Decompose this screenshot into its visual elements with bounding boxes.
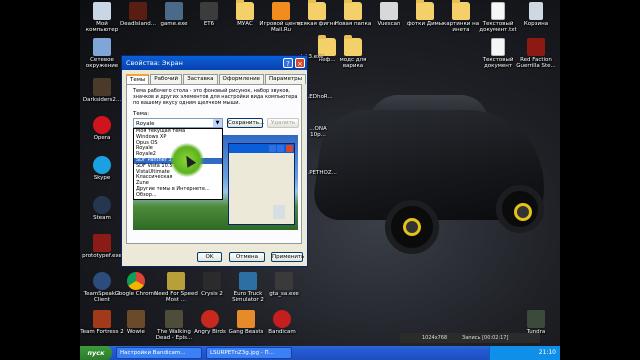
network-icon	[93, 38, 111, 56]
system-tray: 21:10	[489, 346, 560, 360]
steam-icon	[93, 196, 111, 214]
desktop-icon-bandicam[interactable]: Bandicam	[260, 310, 304, 335]
themes-panel: Тема рабочего стола - это фоновый рисуно…	[126, 84, 302, 244]
tab-settings[interactable]: Параметры	[265, 74, 306, 84]
recycle-bin-icon	[529, 2, 543, 20]
game-icon	[127, 310, 145, 328]
game-icon	[527, 310, 545, 328]
text-document-icon	[491, 38, 505, 56]
tab-appearance[interactable]: Оформление	[218, 74, 265, 84]
display-properties-dialog: Свойства: Экран ? × Темы Рабочий стол За…	[121, 55, 308, 267]
game-icon	[129, 2, 147, 20]
desktop-icon-red-faction[interactable]: Red Faction Guerrilla Ste...	[514, 38, 558, 69]
desktop-icon-prototype[interactable]: prototypef.exe	[80, 234, 124, 259]
recording-time: Запись [00:02:17]	[462, 335, 509, 341]
desktop-icon-opera[interactable]: Opera	[80, 116, 124, 141]
taskbar-item-image-viewer[interactable]: LSURPETnZ3g.jpg - П...	[206, 347, 292, 359]
game-icon	[275, 272, 293, 290]
text-document-icon	[491, 2, 505, 20]
desktop-icon-chrome[interactable]: Google Chrome	[114, 272, 158, 297]
theme-option[interactable]: Обзор...	[134, 192, 222, 199]
close-button[interactable]: ×	[295, 58, 305, 68]
desktop-icon-steam[interactable]: Steam	[80, 196, 124, 221]
opera-icon	[93, 116, 111, 134]
tab-screensaver[interactable]: Заставка	[183, 74, 218, 84]
game-icon	[93, 78, 111, 96]
desktop: Мой компьютер DeadIsland... game.exe ЕТ6…	[80, 0, 560, 360]
game-icon	[93, 310, 111, 328]
chevron-down-icon[interactable]: ▼	[213, 119, 222, 127]
help-button[interactable]: ?	[283, 58, 293, 68]
folder-icon	[416, 0, 434, 20]
desktop-icon-pethoz[interactable]: ...PETHOZ...	[304, 170, 337, 176]
desktop-icon-edhor[interactable]: ...EDhoR...	[304, 94, 333, 100]
desktop-icon-gta-sa[interactable]: gta_sa.exe	[262, 272, 306, 297]
preview-window-titlebar	[229, 144, 294, 153]
apply-button[interactable]: Применить	[271, 252, 304, 262]
theme-label: Тема:	[133, 111, 150, 117]
game-icon	[201, 310, 219, 328]
teamspeak-icon	[93, 272, 111, 290]
desktop-icon-tundra[interactable]: Tundra	[514, 310, 558, 335]
scanner-icon	[380, 2, 398, 20]
taskbar: пуск Настройки Bandicam... LSURPETnZ3g.j…	[80, 346, 560, 360]
game-icon	[167, 272, 185, 290]
car-wheel-front	[385, 200, 439, 254]
start-button[interactable]: пуск	[80, 346, 112, 360]
car-wheel-rear	[496, 185, 544, 233]
maximize-icon	[277, 145, 284, 152]
desktop-icon-darksiders2[interactable]: Darksiders2...	[80, 78, 124, 103]
ok-button[interactable]: OK	[197, 252, 222, 262]
folder-icon	[344, 0, 362, 20]
minimize-icon	[269, 145, 276, 152]
game-icon	[239, 272, 257, 290]
folder-icon	[344, 35, 362, 56]
recycle-bin-icon	[273, 205, 285, 219]
chrome-icon	[127, 272, 145, 290]
tab-bar: Темы Рабочий стол Заставка Оформление Па…	[126, 74, 307, 89]
game-icon	[527, 38, 545, 56]
theme-select-value: Royale	[136, 121, 155, 127]
taskbar-item-bandicam[interactable]: Настройки Bandicam...	[116, 347, 202, 359]
game-icon	[165, 310, 183, 328]
computer-icon	[93, 2, 111, 20]
clock: 21:10	[538, 349, 556, 356]
game-icon	[165, 2, 183, 20]
game-icon	[93, 234, 111, 252]
theme-select[interactable]: Royale ▼	[133, 118, 223, 128]
recording-resolution: 1024x768	[422, 335, 448, 341]
game-icon	[203, 272, 221, 290]
desktop-icon-recycle-bin[interactable]: Корзина	[514, 2, 558, 27]
dialog-titlebar[interactable]: Свойства: Экран ? ×	[122, 56, 307, 70]
tab-themes[interactable]: Темы	[126, 74, 150, 84]
game-icon	[237, 310, 255, 328]
desktop-icon-mods-warcraft[interactable]: модс для варика	[331, 35, 375, 69]
game-icon	[200, 2, 218, 20]
game-center-icon	[272, 2, 290, 20]
bandicam-icon	[273, 310, 291, 328]
close-icon	[286, 145, 293, 152]
desktop-icon-network[interactable]: Сетевое окружение	[80, 38, 124, 69]
tab-desktop[interactable]: Рабочий стол	[150, 74, 183, 89]
themes-description: Тема рабочего стола - это фоновый рисуно…	[133, 88, 298, 106]
delete-theme-button[interactable]: Удалить	[267, 118, 299, 128]
recording-status-bar: 1024x768 Запись [00:02:17]	[400, 333, 540, 343]
folder-icon	[452, 0, 470, 20]
desktop-icon-skype[interactable]: Skype	[80, 156, 124, 181]
cancel-button[interactable]: Отмена	[229, 252, 265, 262]
folder-icon	[236, 0, 254, 20]
folder-icon	[308, 0, 326, 20]
dialog-title: Свойства: Экран	[126, 59, 183, 67]
skype-icon	[93, 156, 111, 174]
save-theme-button[interactable]: Сохранить...	[227, 118, 264, 128]
desktop-icon-ona[interactable]: ...ONA 10p...	[304, 126, 332, 138]
